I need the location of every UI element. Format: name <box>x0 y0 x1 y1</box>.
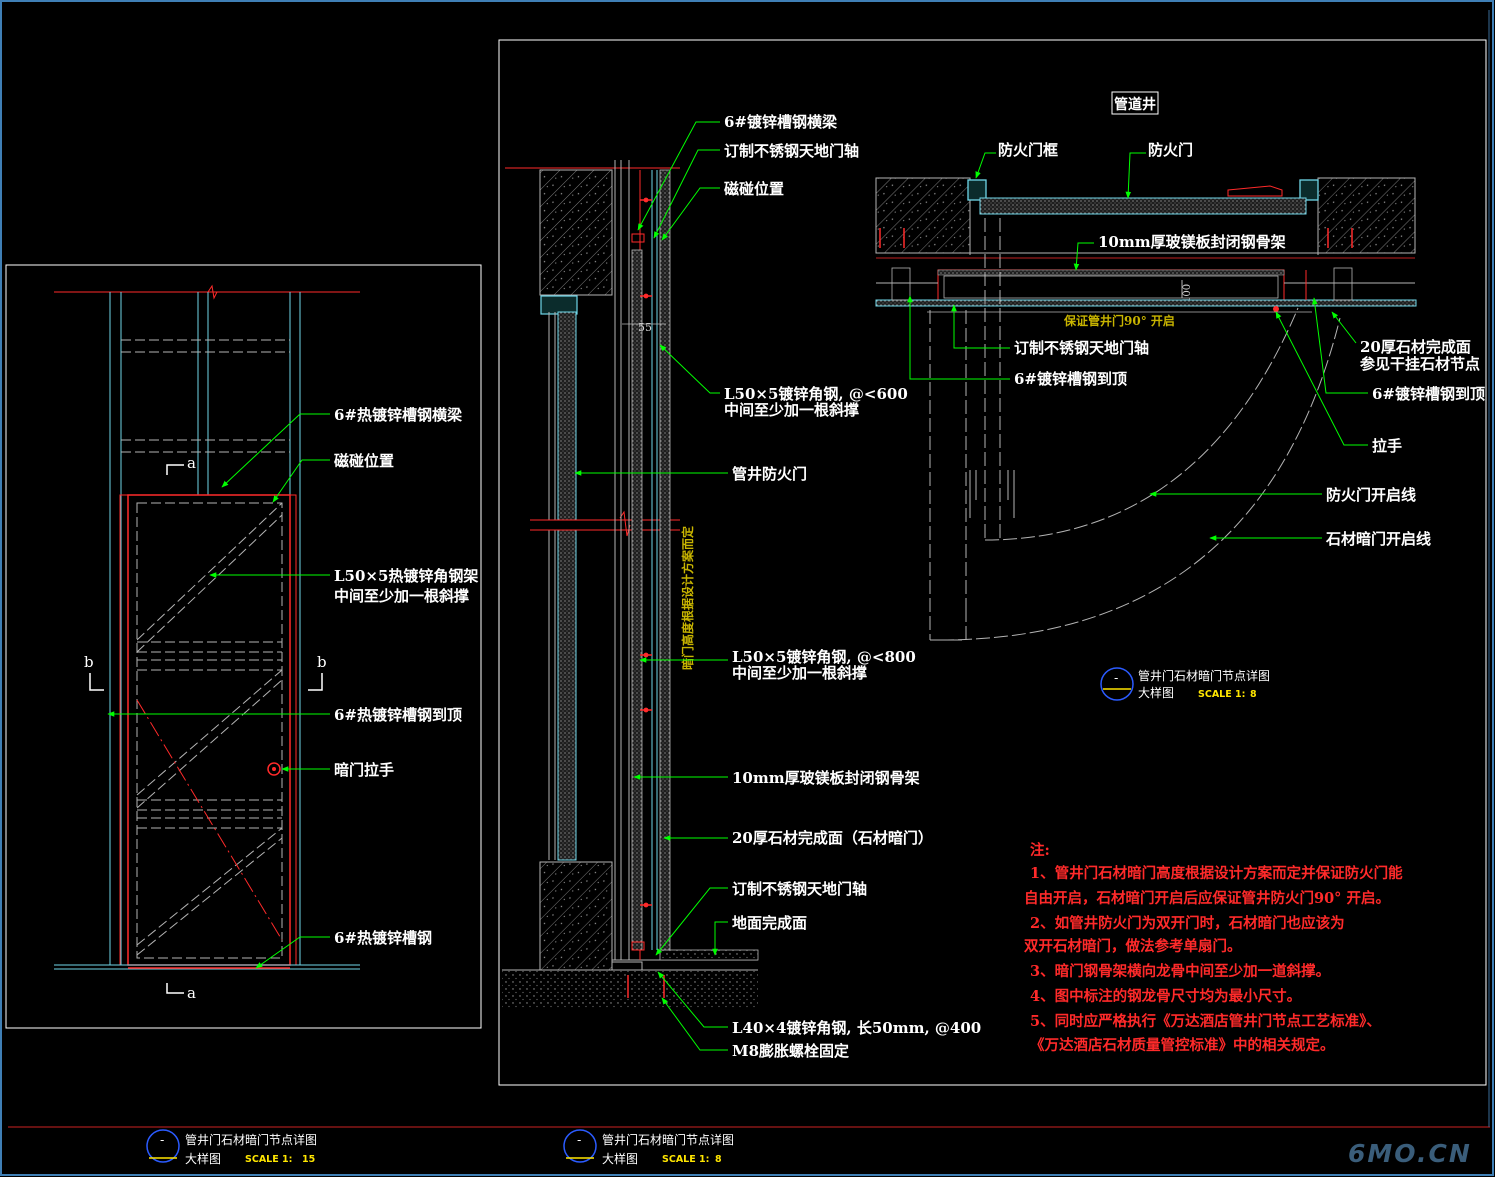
note-line-3: 2、如管井防火门为双开门时，石材暗门也应该为 <box>1030 914 1345 932</box>
section-mark-a-bottom: a <box>187 984 196 1002</box>
note-line-2: 自由开启，石材暗门开启后应保证管井防火门90° 开启。 <box>1024 889 1390 907</box>
svg-text:8: 8 <box>1250 689 1257 700</box>
label-channel-top: 6#热镀锌槽钢到顶 <box>334 706 462 724</box>
label-channel-top-p: 6#镀锌槽钢到顶 <box>1014 370 1127 388</box>
label-fire-door-s: 管井防火门 <box>732 465 807 483</box>
vertical-section-drawing: 55 暗门高度根据设计方案而定 6#镀锌槽钢横梁 订制不锈钢天地门轴 磁碰位置 … <box>502 113 981 1060</box>
label-channel-top-p-r: 6#镀锌槽钢到顶 <box>1372 385 1485 403</box>
svg-text:大样图: 大样图 <box>185 1151 221 1166</box>
svg-text:SCALE 1:: SCALE 1: <box>1198 689 1245 700</box>
svg-text:-: - <box>160 1133 164 1147</box>
label-floor: 地面完成面 <box>732 914 807 932</box>
svg-text:-: - <box>577 1133 581 1147</box>
note-line-6: 4、图中标注的钢龙骨尺寸均为最小尺寸。 <box>1030 987 1301 1005</box>
label-angle40: L40×4镀锌角钢, 长50mm, @400 <box>732 1019 981 1037</box>
note-line-7: 5、同时应严格执行《万达酒店管井门节点工艺标准》、 <box>1030 1012 1381 1030</box>
label-bolt: M8膨胀螺栓固定 <box>732 1042 849 1060</box>
title-block-elevation: - 管井门石材暗门节点详图 大样图 SCALE 1: 15 <box>146 1129 317 1166</box>
svg-text:大样图: 大样图 <box>1138 685 1174 700</box>
title-block-section: - 管井门石材暗门节点详图 大样图 SCALE 1: 8 <box>563 1129 734 1166</box>
title-block-plan: - 管井门石材暗门节点详图 大样图 SCALE 1: 8 <box>1100 667 1270 701</box>
section-mark-b-right: b <box>317 653 327 671</box>
section-mark-b-left: b <box>84 653 94 671</box>
label-mgo-s: 10mm厚玻镁板封闭钢骨架 <box>732 769 920 787</box>
label-stone-p1: 20厚石材完成面 <box>1360 338 1471 356</box>
svg-text:管井门石材暗门节点详图: 管井门石材暗门节点详图 <box>1138 668 1270 683</box>
note-line-4: 双开石材暗门，做法参考单扇门。 <box>1024 937 1242 955</box>
plan-drawing: 管道井 100 保证管井门90° 开启 防火门框 防火门 10mm厚玻镁板封闭钢… <box>875 91 1485 641</box>
label-mgo-p: 10mm厚玻镁板封闭钢骨架 <box>1098 233 1286 251</box>
watermark: 6MO.CN <box>1348 1139 1472 1168</box>
label-pivot-top: 订制不锈钢天地门轴 <box>724 142 859 160</box>
section-mark-a-top: a <box>187 454 196 472</box>
vertical-note: 暗门高度根据设计方案而定 <box>680 526 695 670</box>
label-stone-p2: 参见干挂石材节点 <box>1360 355 1480 373</box>
svg-text:管井门石材暗门节点详图: 管井门石材暗门节点详图 <box>602 1132 734 1147</box>
label-channel-bottom: 6#热镀锌槽钢 <box>334 929 432 947</box>
svg-text:8: 8 <box>715 1154 722 1165</box>
label-brace800: 中间至少加一根斜撑 <box>732 664 867 682</box>
note-line-5: 3、暗门钢骨架横向龙骨中间至少加一道斜撑。 <box>1030 962 1330 980</box>
note-line-8: 《万达酒店石材质量管控标准》中的相关规定。 <box>1030 1036 1335 1054</box>
label-channel-beam-s: 6#镀锌槽钢横梁 <box>724 113 838 131</box>
notes-block: 注: 1、管井门石材暗门高度根据设计方案而定并保证防火门能 自由开启，石材暗门开… <box>1024 841 1403 1054</box>
elevation-viewport <box>5 264 482 1029</box>
label-magnet: 磁碰位置 <box>334 452 394 470</box>
dim-55: 55 <box>638 321 652 334</box>
label-angle-frame: L50×5热镀锌角钢架 <box>334 567 478 585</box>
label-channel-beam: 6#热镀锌槽钢横梁 <box>334 406 463 424</box>
svg-text:管井门石材暗门节点详图: 管井门石材暗门节点详图 <box>185 1132 317 1147</box>
svg-text:SCALE 1:: SCALE 1: <box>662 1154 709 1165</box>
svg-text:SCALE 1:: SCALE 1: <box>245 1154 292 1165</box>
notes-title: 注: <box>1030 841 1050 859</box>
label-door-frame: 防火门框 <box>998 141 1058 159</box>
label-pivot-bottom: 订制不锈钢天地门轴 <box>732 880 867 898</box>
label-brace600: 中间至少加一根斜撑 <box>724 401 859 419</box>
label-stone-face: 20厚石材完成面（石材暗门） <box>732 829 933 847</box>
label-magnet-s: 磁碰位置 <box>724 180 784 198</box>
label-handle-p: 拉手 <box>1372 437 1402 455</box>
svg-text:15: 15 <box>302 1154 315 1165</box>
label-open90: 保证管井门90° 开启 <box>1063 313 1175 328</box>
label-pivot-p: 订制不锈钢天地门轴 <box>1014 339 1149 357</box>
elevation-drawing: a a b b 6#热镀锌槽钢横梁 磁碰位置 L50×5热镀锌角钢架 中间至少加… <box>5 264 482 1029</box>
label-fire-door-p: 防火门 <box>1148 141 1193 159</box>
label-handle: 暗门拉手 <box>334 761 394 779</box>
svg-text:-: - <box>1114 671 1118 685</box>
label-brace: 中间至少加一根斜撑 <box>334 587 469 605</box>
svg-text:大样图: 大样图 <box>602 1151 638 1166</box>
label-fire-swing: 防火门开启线 <box>1326 486 1416 504</box>
cad-drawing: a a b b 6#热镀锌槽钢横梁 磁碰位置 L50×5热镀锌角钢架 中间至少加… <box>0 0 1494 1176</box>
note-line-1: 1、管井门石材暗门高度根据设计方案而定并保证防火门能 <box>1030 864 1403 882</box>
label-stone-swing: 石材暗门开启线 <box>1325 530 1431 548</box>
label-shaft: 管道井 <box>1114 96 1156 113</box>
